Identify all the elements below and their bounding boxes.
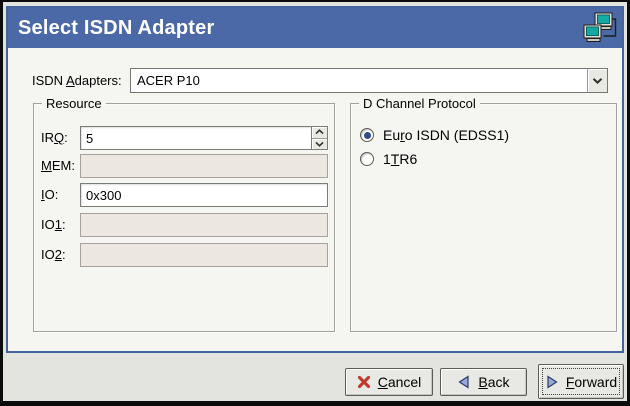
d-channel-protocol-group: D Channel Protocol Euro ISDN (EDSS1) 1TR… bbox=[350, 103, 617, 332]
back-button-label: Back bbox=[478, 374, 509, 390]
cancel-x-icon bbox=[357, 375, 371, 389]
irq-input[interactable] bbox=[80, 126, 312, 150]
titlebar: Select ISDN Adapter bbox=[8, 8, 622, 48]
dialog-body: Select ISDN Adapter ISDN Adapters: ACER … bbox=[3, 2, 627, 401]
io2-field-row: IO2: bbox=[41, 243, 328, 267]
mem-label: MEM: bbox=[41, 154, 75, 178]
radio-euro-isdn-label: Euro ISDN (EDSS1) bbox=[383, 127, 509, 143]
chevron-down-icon bbox=[592, 77, 603, 85]
cancel-button[interactable]: Cancel bbox=[345, 368, 433, 396]
irq-label: IRQ: bbox=[41, 126, 68, 150]
io1-input bbox=[80, 213, 328, 237]
io2-label: IO2: bbox=[41, 243, 66, 267]
chevron-up-icon bbox=[315, 129, 324, 135]
dialog-window: Select ISDN Adapter ISDN Adapters: ACER … bbox=[0, 0, 630, 406]
io-input[interactable] bbox=[80, 183, 328, 207]
arrow-right-icon bbox=[545, 375, 559, 389]
arrow-left-icon bbox=[457, 375, 471, 389]
mem-field-row: MEM: bbox=[41, 154, 328, 178]
back-button[interactable]: Back bbox=[440, 368, 527, 396]
combobox-value: ACER P10 bbox=[131, 69, 587, 92]
io-label: IO: bbox=[41, 183, 58, 207]
radio-1tr6[interactable]: 1TR6 bbox=[360, 150, 417, 168]
io2-entry bbox=[80, 243, 328, 267]
resource-group-title: Resource bbox=[42, 95, 106, 112]
combobox-dropdown-button[interactable] bbox=[587, 69, 607, 92]
isdn-adapter-combobox[interactable]: ACER P10 bbox=[130, 68, 608, 93]
irq-spinner bbox=[311, 126, 328, 150]
forward-button[interactable]: Forward bbox=[538, 364, 624, 399]
io1-entry bbox=[80, 213, 328, 237]
irq-entry bbox=[80, 126, 328, 150]
forward-button-label: Forward bbox=[566, 374, 617, 390]
d-channel-protocol-title: D Channel Protocol bbox=[359, 95, 480, 112]
spin-up-button[interactable] bbox=[312, 127, 327, 138]
radio-euro-isdn[interactable]: Euro ISDN (EDSS1) bbox=[360, 126, 509, 144]
isdn-adapters-label: ISDN Adapters: bbox=[32, 68, 122, 93]
irq-field-row: IRQ: bbox=[41, 126, 328, 150]
resource-group: Resource IRQ: MEM: IO: bbox=[33, 103, 335, 332]
cancel-button-label: Cancel bbox=[378, 374, 422, 390]
spin-down-button[interactable] bbox=[312, 138, 327, 150]
radio-button-selected-icon[interactable] bbox=[360, 128, 374, 142]
radio-button-unselected-icon[interactable] bbox=[360, 152, 374, 166]
io1-field-row: IO1: bbox=[41, 213, 328, 237]
content-panel: Select ISDN Adapter ISDN Adapters: ACER … bbox=[6, 6, 624, 353]
mem-entry bbox=[80, 154, 328, 178]
network-computers-icon bbox=[582, 10, 618, 46]
mem-input bbox=[80, 154, 328, 178]
chevron-down-icon bbox=[315, 141, 324, 147]
io-field-row: IO: bbox=[41, 183, 328, 207]
radio-1tr6-label: 1TR6 bbox=[383, 151, 417, 167]
io2-input bbox=[80, 243, 328, 267]
io1-label: IO1: bbox=[41, 213, 66, 237]
io-entry bbox=[80, 183, 328, 207]
dialog-title: Select ISDN Adapter bbox=[18, 8, 214, 48]
